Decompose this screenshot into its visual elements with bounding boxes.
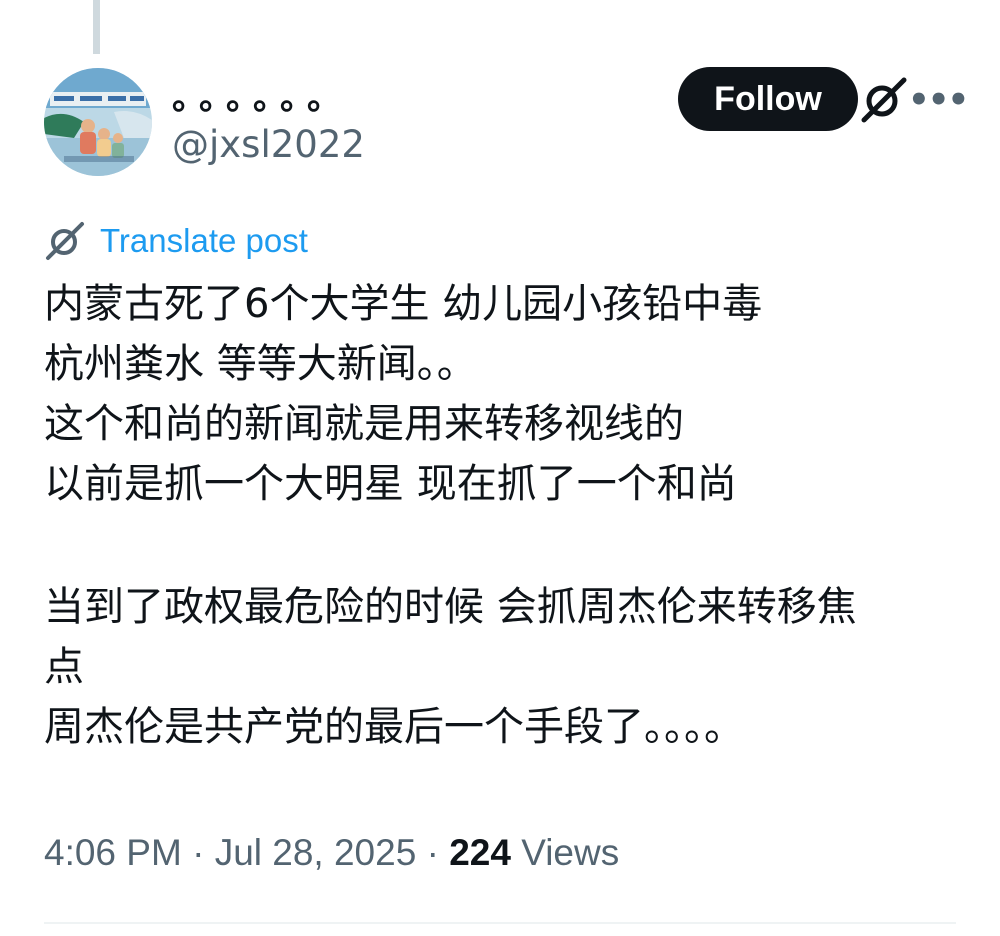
post-metadata: 4:06 PM · Jul 28, 2025 · 224 Views: [44, 828, 619, 878]
post-text-line: 当到了政权最危险的时候 会抓周杰伦来转移焦: [44, 584, 857, 630]
post-text-line: 杭州粪水 等等大新闻。。: [44, 341, 477, 387]
views-count[interactable]: 224: [449, 832, 511, 873]
post-text-line: 以前是抓一个大明星 现在抓了一个和尚: [44, 461, 737, 507]
post-date[interactable]: Jul 28, 2025: [215, 832, 417, 873]
thread-connector-line: [93, 0, 100, 54]
post-text-line: 周杰伦是共产党的最后一个手段了。。。。: [44, 704, 744, 750]
post-text: 内蒙古死了6个大学生 幼儿园小孩铅中毒 杭州粪水 等等大新闻。。 这个和尚的新闻…: [44, 274, 964, 757]
grok-translate-icon: [44, 220, 86, 262]
divider: [44, 922, 956, 924]
grok-icon[interactable]: [858, 74, 910, 126]
avatar[interactable]: [44, 68, 152, 176]
translate-post-link[interactable]: Translate post: [44, 218, 308, 264]
views-label[interactable]: Views: [521, 832, 619, 873]
avatar-image: [44, 68, 152, 176]
more-options-icon[interactable]: •••: [908, 82, 969, 118]
post-text-line: 点: [44, 644, 84, 690]
author-display-name[interactable]: 。。。。。。: [172, 78, 351, 118]
meta-separator: ·: [192, 832, 205, 873]
post-text-blank-line: [44, 514, 964, 577]
post-time[interactable]: 4:06 PM: [44, 832, 182, 873]
follow-button[interactable]: Follow: [678, 67, 858, 131]
author-handle[interactable]: @jxsl2022: [172, 122, 365, 168]
post-text-line: 这个和尚的新闻就是用来转移视线的: [44, 401, 684, 447]
post-text-line: 内蒙古死了6个大学生 幼儿园小孩铅中毒: [44, 281, 763, 327]
meta-separator: ·: [426, 832, 439, 873]
translate-post-label[interactable]: Translate post: [100, 218, 308, 264]
